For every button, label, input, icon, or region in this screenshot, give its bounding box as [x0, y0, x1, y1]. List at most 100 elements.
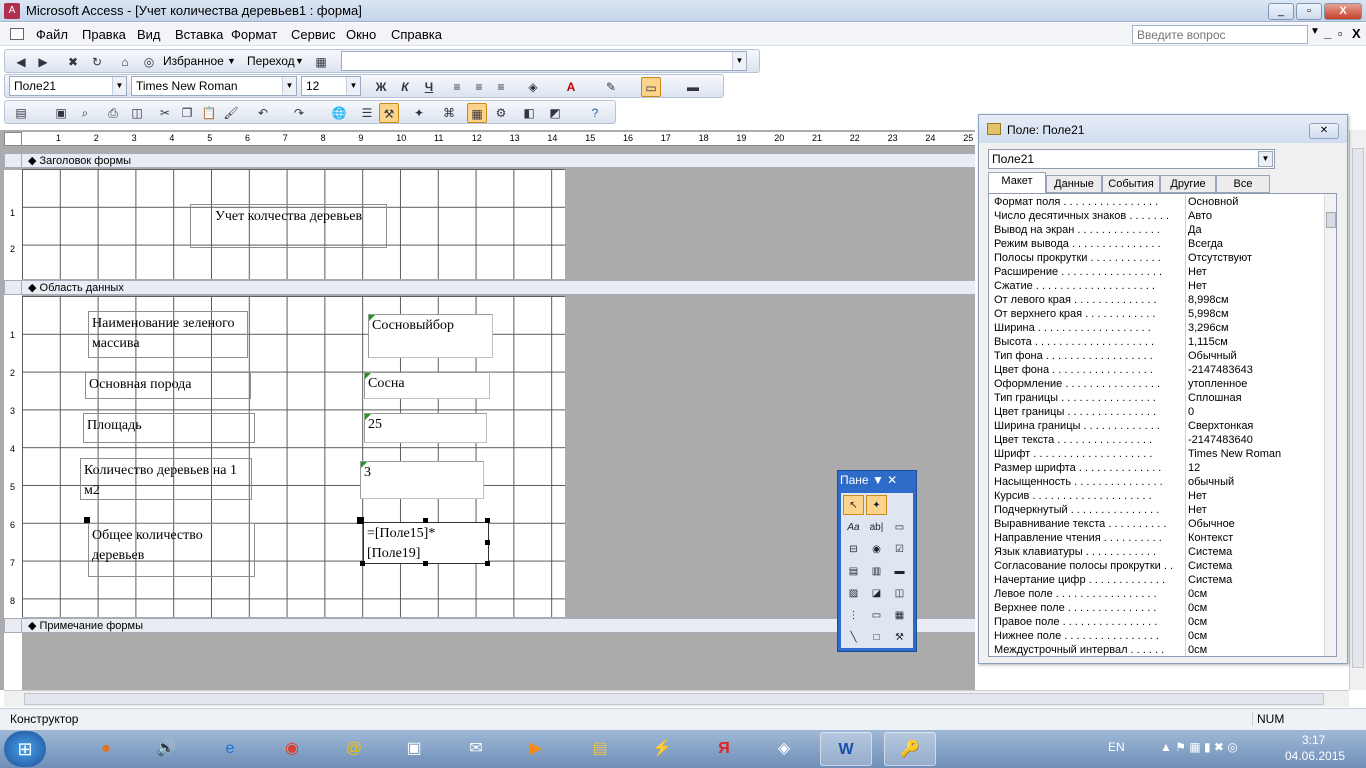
more-controls-icon[interactable]: ⚒ [889, 627, 910, 647]
align-center-icon[interactable]: ≡ [469, 77, 489, 97]
address-combo[interactable]: ▼ [341, 51, 747, 71]
properties-scroll-thumb[interactable] [1326, 212, 1336, 228]
property-row[interactable]: Расширение . . . . . . . . . . . . . . .… [989, 265, 1323, 279]
property-value[interactable]: Система [1185, 573, 1321, 587]
forest-name-label[interactable]: Наименование зеленого массива [88, 311, 248, 358]
property-row[interactable]: Насыщенность . . . . . . . . . . . . . .… [989, 475, 1323, 489]
property-row[interactable]: Цвет границы . . . . . . . . . . . . . .… [989, 405, 1323, 419]
start-button[interactable]: ⊞ [4, 731, 46, 767]
properties-titlebar[interactable]: Поле: Поле21 [979, 115, 1347, 143]
detail-section-bar[interactable]: ◆ Область данных [22, 280, 975, 295]
italic-button[interactable]: К [395, 77, 415, 97]
property-row[interactable]: Тип границы . . . . . . . . . . . . . . … [989, 391, 1323, 405]
detail-section-selector[interactable] [4, 280, 22, 295]
property-value[interactable]: Обычное [1185, 517, 1321, 531]
option-button-icon[interactable]: ◉ [866, 539, 887, 559]
menu-help[interactable]: Справка [391, 27, 442, 42]
bound-object-icon[interactable]: ◫ [889, 583, 910, 603]
label-tool-icon[interactable]: Aa [843, 517, 864, 537]
property-value[interactable]: Контекст [1185, 531, 1321, 545]
property-row[interactable]: Подчеркнутый . . . . . . . . . . . . . .… [989, 503, 1323, 517]
property-row[interactable]: Направление чтения . . . . . . . . . . Ко… [989, 531, 1323, 545]
properties-close-button[interactable]: ✕ [1309, 123, 1339, 139]
go-arrow[interactable]: ▼ [295, 56, 304, 66]
print-icon[interactable]: ⎙ [103, 103, 123, 123]
maxthon-icon[interactable]: ▣ [388, 732, 440, 766]
new-object-icon[interactable]: ◩ [545, 103, 565, 123]
selection-handle[interactable] [485, 561, 490, 566]
selection-handle[interactable] [485, 540, 490, 545]
property-value[interactable]: 0см [1185, 601, 1321, 615]
property-row[interactable]: Сжатие . . . . . . . . . . . . . . . . .… [989, 279, 1323, 293]
property-row[interactable]: Язык клавиатуры . . . . . . . . . . . . С… [989, 545, 1323, 559]
total-trees-field[interactable]: =[Поле15]*[Поле19] [363, 522, 489, 564]
close-button[interactable]: X [1324, 3, 1362, 20]
form-window-icon[interactable] [10, 28, 24, 40]
internet-explorer-icon[interactable]: e [204, 732, 256, 766]
property-value[interactable]: 0 [1185, 405, 1321, 419]
mail-agent-icon[interactable]: @ [328, 732, 380, 766]
database-window-icon[interactable]: ◧ [519, 103, 539, 123]
properties-scrollbar[interactable] [1324, 194, 1336, 656]
mahjong-icon[interactable]: ◈ [758, 732, 810, 766]
volume-icon[interactable]: 🔊 [140, 732, 192, 766]
property-row[interactable]: Оформление . . . . . . . . . . . . . . .… [989, 377, 1323, 391]
access-taskbar-button[interactable]: 🔑 [884, 732, 936, 766]
property-row[interactable]: Цвет текста . . . . . . . . . . . . . . … [989, 433, 1323, 447]
property-row[interactable]: Междустрочный интервал . . . . . . 0см [989, 643, 1323, 656]
tab-control-icon[interactable]: ▭ [866, 605, 887, 625]
property-value[interactable]: Нет [1185, 503, 1321, 517]
selection-handle[interactable] [360, 561, 365, 566]
mail-icon[interactable]: ✉ [450, 732, 502, 766]
refresh-icon[interactable]: ↻ [87, 52, 107, 72]
checkbox-tool-icon[interactable]: ☑ [889, 539, 910, 559]
control-wizard-icon[interactable]: ✦ [866, 495, 887, 515]
property-value[interactable]: Всегда [1185, 237, 1321, 251]
cut-icon[interactable]: ✂ [155, 103, 175, 123]
view-icon[interactable]: ▤ [11, 103, 31, 123]
property-row[interactable]: Начертание цифр . . . . . . . . . . . . … [989, 573, 1323, 587]
tab-layout[interactable]: Макет [988, 172, 1046, 194]
main-species-label[interactable]: Основная порода [85, 372, 251, 399]
property-value[interactable]: утопленное [1185, 377, 1321, 391]
property-value[interactable]: Система [1185, 559, 1321, 573]
underline-button[interactable]: Ч [419, 77, 439, 97]
yandex-icon[interactable]: Я [698, 732, 750, 766]
property-value[interactable]: 0см [1185, 587, 1321, 601]
home-icon[interactable]: ⌂ [115, 52, 135, 72]
property-row[interactable]: Формат поля . . . . . . . . . . . . . . … [989, 195, 1323, 209]
combobox-tool-icon[interactable]: ▤ [843, 561, 864, 581]
file-explorer-icon[interactable]: ▤ [574, 732, 626, 766]
tree-count-label[interactable]: Количество деревьев на 1 м2 [80, 458, 252, 500]
property-row[interactable]: Шрифт . . . . . . . . . . . . . . . . . … [989, 447, 1323, 461]
form-title-label[interactable]: Учет колчества деревьев [190, 204, 387, 248]
media-player-icon[interactable]: ▶ [510, 732, 562, 766]
bold-button[interactable]: Ж [371, 77, 391, 97]
tab-other[interactable]: Другие [1160, 175, 1216, 193]
property-value[interactable]: 0см [1185, 615, 1321, 629]
property-row[interactable]: Верхнее поле . . . . . . . . . . . . . .… [989, 601, 1323, 615]
textbox-tool-icon[interactable]: ab| [866, 517, 887, 537]
stop-icon[interactable]: ✖ [63, 52, 83, 72]
horizontal-scrollbar[interactable] [4, 690, 1349, 707]
save-icon[interactable]: ▣ [51, 103, 71, 123]
search-web-icon[interactable]: ◎ [139, 52, 159, 72]
property-value[interactable]: 0см [1185, 643, 1321, 656]
tab-data[interactable]: Данные [1046, 175, 1102, 193]
property-row[interactable]: Режим вывода . . . . . . . . . . . . . .… [989, 237, 1323, 251]
special-effect-icon[interactable]: ▭ [641, 77, 661, 97]
unbound-object-icon[interactable]: ◪ [866, 583, 887, 603]
rectangle-tool-icon[interactable]: □ [866, 627, 887, 647]
area-label[interactable]: Площадь [83, 413, 255, 443]
form-selector[interactable] [4, 132, 22, 146]
property-row[interactable]: Левое поле . . . . . . . . . . . . . . .… [989, 587, 1323, 601]
clock-time[interactable]: 3:17 [1302, 733, 1325, 747]
property-value[interactable]: Система [1185, 545, 1321, 559]
subform-icon[interactable]: ▦ [889, 605, 910, 625]
clock-date[interactable]: 04.06.2015 [1285, 749, 1345, 763]
select-objects-icon[interactable]: ↖ [843, 495, 864, 515]
back-icon[interactable]: ◀ [11, 52, 31, 72]
print-preview-icon[interactable]: ◫ [127, 103, 147, 123]
property-value[interactable]: Нет [1185, 279, 1321, 293]
redo-icon[interactable]: ↷ [289, 103, 309, 123]
